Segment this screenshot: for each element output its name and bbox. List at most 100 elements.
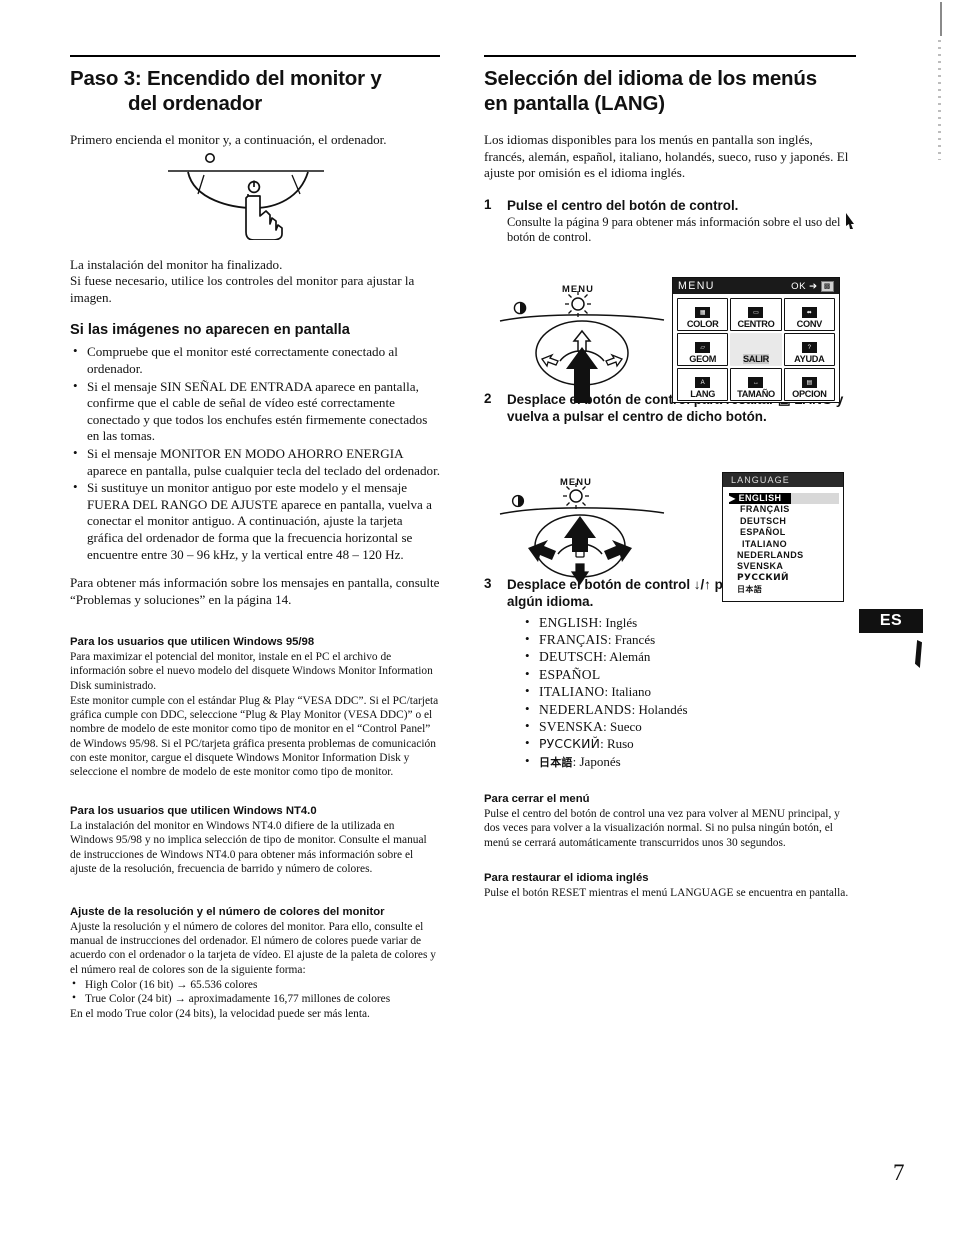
osd-language-label: ENGLISH: [738, 493, 782, 503]
lang-name: Inglés: [605, 614, 638, 630]
step-1-number: 1: [484, 196, 492, 212]
close-menu-text: Pulse el centro del botón de control una…: [484, 808, 840, 849]
osd-language-label: NEDERLANDS: [737, 550, 804, 561]
osd-item-opcion[interactable]: ▤ OPCION: [783, 368, 835, 401]
left-page-title: Paso 3: Encendido del monitor y del orde…: [70, 66, 440, 116]
arrow-right-icon: ➔: [809, 280, 818, 292]
osd-language-row-nederlands[interactable]: NEDERLANDS: [729, 550, 839, 561]
osd-language-row-italiano[interactable]: ITALIANO: [729, 539, 839, 550]
osd-language-row-francais[interactable]: FRANÇAIS: [729, 504, 839, 515]
control-button-figure-move: MENU: [498, 472, 666, 600]
list-item: Si el mensaje MONITOR EN MODO AHORRO ENE…: [70, 445, 440, 479]
right-page-title: Selección del idioma de los menús en pan…: [484, 66, 856, 116]
list-item: NEDERLANDS: Holandés: [525, 700, 856, 718]
osd-language-label: РУССКИЙ: [737, 572, 789, 583]
osd-language-row-english[interactable]: ▶ ENGLISH: [729, 493, 839, 505]
osd-item-conv[interactable]: ⬌ CONV: [783, 298, 835, 331]
step-1: 1 Pulse el centro del botón de control. …: [484, 197, 856, 246]
osd-item-label: LANG: [690, 389, 716, 399]
color-depth-list: High Color (16 bit) → 65.536 colores Tru…: [70, 977, 440, 1007]
osd-language-label: ESPAÑOL: [740, 527, 786, 538]
geom-icon: ▱: [695, 342, 711, 353]
lang-name: Sueco: [609, 719, 642, 735]
osd-language-rows: ▶ ENGLISH FRANÇAIS DEUTSCH ESPAÑOL ITALI…: [723, 487, 843, 596]
size-icon: ↔: [748, 377, 764, 388]
osd-main-menu-figure: MENU OK ➔ ▩ ▦ COLOR ▭ CENTRO ⬌ CONV ▱ GE…: [672, 277, 840, 403]
control-button-figure-press: MENU: [498, 277, 666, 405]
osd-language-row-svenska[interactable]: SVENSKA: [729, 561, 839, 572]
resolution-paragraph: Ajuste la resolución y el número de colo…: [70, 920, 436, 976]
lang-name: Italiano: [611, 684, 652, 700]
winnt40-paragraph: La instalación del monitor en Windows NT…: [70, 820, 427, 875]
lang-icon: A: [695, 377, 711, 388]
lang-code: ENGLISH: [539, 614, 599, 630]
menu-label: MENU: [562, 283, 595, 294]
menu-label: MENU: [560, 476, 593, 487]
left-intro: Primero encienda el monitor y, a continu…: [70, 132, 387, 147]
lang-code: SVENSKA: [539, 719, 604, 735]
osd-item-label: SALIR: [742, 354, 770, 364]
osd-language-title-bar: LANGUAGE: [723, 473, 843, 487]
lang-code: NEDERLANDS: [539, 701, 632, 717]
lang-code: FRANÇAIS: [539, 632, 608, 647]
list-item: DEUTSCH: Alemán: [525, 647, 856, 665]
monitor-power-button-figure: [160, 148, 350, 241]
osd-language-row-deutsch[interactable]: DEUTSCH: [729, 516, 839, 527]
osd-language-title-text: LANGUAGE: [731, 475, 790, 485]
section-heading-resolution: Ajuste de la resolución y el número de c…: [70, 905, 385, 918]
left-title-line1: Paso 3: Encendido del monitor y: [70, 67, 382, 90]
osd-language-row-japanese[interactable]: 日本語: [729, 584, 839, 595]
win9598-paragraph-2: Este monitor cumple con el estándar Plug…: [70, 694, 439, 778]
list-item: ENGLISH: Inglés: [525, 613, 856, 631]
osd-language-label: SVENSKA: [737, 561, 784, 572]
lang-code: 日本語: [539, 755, 573, 769]
right-title-line2: en pantalla (LANG): [484, 92, 665, 115]
list-item: True Color (24 bit) → aproximadamente 16…: [70, 991, 440, 1007]
step-1-body: Consulte la página 9 para obtener más in…: [507, 214, 841, 245]
list-item: РУССКИЙ: Ruso: [525, 734, 856, 752]
osd-language-row-espanol[interactable]: ESPAÑOL: [729, 527, 839, 538]
conv-icon: ⬌: [801, 307, 817, 318]
osd-title-bar: MENU OK ➔ ▩: [673, 278, 839, 294]
right-intro: Los idiomas disponibles para los menús e…: [484, 132, 849, 181]
lang-code: РУССКИЙ: [539, 736, 601, 752]
osd-title-text: MENU: [678, 280, 715, 292]
restore-english-text: Pulse el botón RESET mientras el menú LA…: [484, 886, 849, 899]
osd-item-salir[interactable]: SALIR: [730, 333, 782, 366]
osd-item-geom[interactable]: ▱ GEOM: [677, 333, 729, 366]
section-heading-restore-english: Para restaurar el idioma inglés: [484, 871, 649, 884]
heading-rule-right: [484, 55, 856, 57]
osd-item-tamano[interactable]: ↔ TAMAÑO: [730, 368, 782, 401]
tab-tear-mark: [915, 640, 922, 668]
lang-name: Alemán: [609, 649, 651, 665]
step-2-number: 2: [484, 390, 492, 406]
osd-item-color[interactable]: ▦ COLOR: [677, 298, 729, 331]
osd-menu-grid: ▦ COLOR ▭ CENTRO ⬌ CONV ▱ GEOM SALIR ? A…: [673, 294, 839, 401]
option-icon: ▤: [801, 377, 817, 388]
list-item: High Color (16 bit) → 65.536 colores: [70, 977, 440, 993]
osd-item-label: COLOR: [686, 319, 719, 329]
manual-page: Paso 3: Encendido del monitor y del orde…: [0, 0, 954, 1233]
lang-name: Holandés: [638, 701, 688, 717]
language-option-list: ENGLISH: Inglés FRANÇAIS: Francés DEUTSC…: [507, 613, 856, 772]
osd-item-label: TAMAÑO: [737, 389, 775, 399]
osd-ok-label: OK: [791, 280, 807, 292]
osd-language-row-russian[interactable]: РУССКИЙ: [729, 573, 839, 584]
section-heading-winnt40: Para los usuarios que utilicen Windows N…: [70, 805, 317, 818]
resolution-closing: En el modo True color (24 bits), la velo…: [70, 1007, 370, 1020]
osd-item-centro[interactable]: ▭ CENTRO: [730, 298, 782, 331]
color-icon: ▦: [695, 307, 711, 318]
help-icon: ?: [801, 342, 817, 353]
list-item: SVENSKA: Sueco: [525, 717, 856, 735]
osd-item-label: GEOM: [689, 354, 717, 364]
language-tab-es: ES: [859, 609, 923, 633]
list-item: ESPAÑOL: [525, 665, 856, 683]
osd-item-lang[interactable]: A LANG: [677, 368, 729, 401]
osd-language-label: ITALIANO: [742, 538, 788, 549]
section-heading-win9598: Para los usuarios que utilicen Windows 9…: [70, 636, 315, 649]
lang-code: DEUTSCH: [539, 649, 604, 665]
scan-pointer-mark: [845, 212, 857, 230]
osd-item-ayuda[interactable]: ? AYUDA: [783, 333, 835, 366]
osd-ok-icon: ▩: [820, 280, 834, 292]
list-item: Si el mensaje SIN SEÑAL DE ENTRADA apare…: [70, 378, 440, 445]
